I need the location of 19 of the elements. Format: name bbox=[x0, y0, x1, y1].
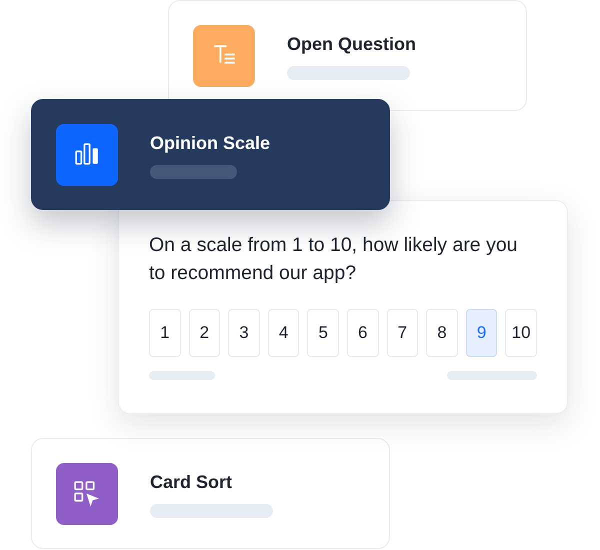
type-title: Open Question bbox=[287, 33, 416, 56]
scale-option[interactable]: 8 bbox=[426, 309, 458, 357]
question-type-card[interactable]: Card Sort bbox=[31, 438, 390, 549]
question-type-card[interactable]: Open Question bbox=[168, 0, 527, 111]
scale-option[interactable]: 6 bbox=[346, 309, 379, 357]
question-type-card[interactable]: Opinion Scale bbox=[31, 99, 390, 210]
scale-option[interactable]: 10 bbox=[505, 309, 537, 357]
type-title: Opinion Scale bbox=[150, 132, 270, 155]
scale-option[interactable]: 4 bbox=[268, 309, 300, 357]
type-title: Card Sort bbox=[150, 471, 234, 494]
scale-option[interactable]: 5 bbox=[307, 309, 339, 357]
scale-option[interactable]: 9 bbox=[466, 309, 498, 357]
question-text: On a scale from 1 to 10, how likely are you to recommend our app? bbox=[149, 233, 519, 286]
scale-option[interactable]: 3 bbox=[228, 309, 260, 357]
grid-cursor-icon bbox=[73, 480, 101, 508]
scale-option[interactable]: 1 bbox=[149, 309, 181, 357]
scale-option[interactable]: 2 bbox=[188, 309, 220, 357]
scale-option[interactable]: 7 bbox=[386, 309, 418, 357]
placeholder-bar bbox=[149, 371, 215, 380]
